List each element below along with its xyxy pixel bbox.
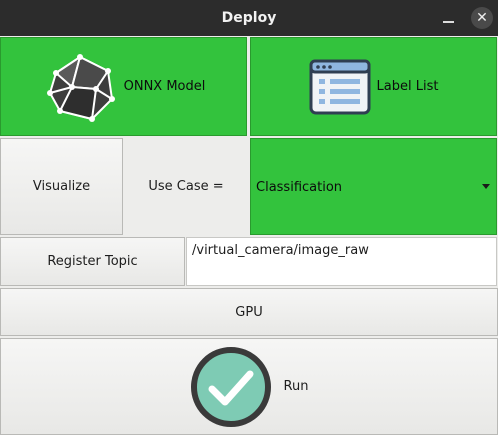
- use-case-label: Use Case =: [124, 138, 248, 235]
- register-topic-button[interactable]: Register Topic: [0, 237, 185, 286]
- deploy-window: Deploy ✕ ONNX Model Label List Visualize…: [0, 0, 498, 435]
- visualize-button[interactable]: Visualize: [0, 138, 123, 235]
- polyhedron-icon: [42, 49, 118, 125]
- title-bar: Deploy ✕: [0, 0, 498, 36]
- list-window-icon: [309, 59, 371, 115]
- checkmark-circle-icon: [190, 346, 272, 428]
- visualize-label: Visualize: [32, 179, 91, 194]
- minimize-icon[interactable]: [439, 8, 459, 28]
- use-case-value: Classification: [256, 180, 343, 195]
- gpu-button[interactable]: GPU: [0, 288, 498, 336]
- onnx-model-button[interactable]: ONNX Model: [0, 37, 247, 136]
- run-button[interactable]: Run: [0, 338, 498, 435]
- window-title: Deploy: [221, 10, 277, 26]
- label-list-label: Label List: [376, 79, 439, 94]
- run-label: Run: [283, 379, 309, 394]
- gpu-label: GPU: [235, 304, 263, 320]
- topic-field[interactable]: /virtual_camera/image_raw: [186, 237, 497, 286]
- onnx-model-label: ONNX Model: [123, 79, 206, 94]
- label-list-button[interactable]: Label List: [250, 37, 497, 136]
- close-icon[interactable]: ✕: [471, 7, 493, 29]
- use-case-label-text: Use Case =: [148, 179, 224, 194]
- use-case-dropdown[interactable]: Classification: [250, 138, 497, 235]
- chevron-down-icon: [482, 184, 490, 189]
- register-topic-label: Register Topic: [47, 254, 138, 269]
